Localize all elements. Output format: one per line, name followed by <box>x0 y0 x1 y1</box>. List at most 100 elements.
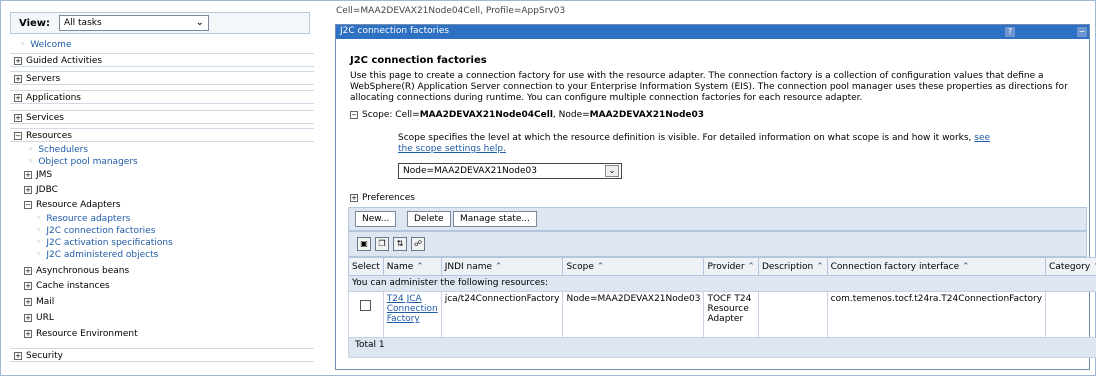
bullet-icon: ◦ <box>20 40 26 50</box>
nav-section-security[interactable]: + Security <box>10 348 314 362</box>
preferences-toggle[interactable]: + Preferences <box>350 193 415 203</box>
nav-group-label: Asynchronous beans <box>36 266 130 276</box>
expand-icon[interactable]: + <box>24 297 32 306</box>
expand-icon[interactable]: + <box>24 329 32 338</box>
scope-desc-text: Scope specifies the level at which the r… <box>398 133 972 143</box>
col-scope[interactable]: Scope ⌃ <box>562 257 705 276</box>
minimize-icon[interactable]: − <box>1077 27 1087 37</box>
col-description[interactable]: Description ⌃ <box>757 257 828 276</box>
bullet-icon: ◦ <box>28 157 34 167</box>
nav-link-resource-adapters[interactable]: ◦ Resource adapters <box>36 214 130 224</box>
expand-icon[interactable]: + <box>350 193 358 202</box>
scope-select-value: Node=MAA2DEVAX21Node03 <box>403 166 537 176</box>
col-category[interactable]: Category ⌃ <box>1045 257 1096 276</box>
nav-section-applications[interactable]: + Applications <box>10 90 314 104</box>
nav-section-label: Applications <box>26 93 81 103</box>
col-select: Select <box>348 257 384 276</box>
chevron-down-icon: ⌄ <box>195 17 204 28</box>
expand-icon[interactable]: + <box>24 185 32 194</box>
expand-icon[interactable]: + <box>24 281 32 290</box>
col-provider[interactable]: Provider ⌃ <box>703 257 759 276</box>
scope-line: − Scope: Cell=MAA2DEVAX21Node04Cell, Node… <box>350 110 704 120</box>
connection-factories-table: Select Name ⌃ JNDI name ⌃ Scope ⌃ Provid… <box>348 257 1096 358</box>
col-name[interactable]: Name ⌃ <box>382 257 442 276</box>
expand-icon[interactable]: + <box>14 351 22 360</box>
scope-mid: , Node= <box>552 110 590 120</box>
nav-link-label: Resource adapters <box>46 214 131 224</box>
collapse-icon[interactable]: − <box>24 200 32 209</box>
nav-section-guided-activities[interactable]: + Guided Activities <box>10 53 314 67</box>
nav-link-label: Object pool managers <box>38 157 138 167</box>
preferences-label: Preferences <box>362 193 415 203</box>
panel-header: J2C connection factories ? − <box>336 25 1089 39</box>
nav-link-object-pool-managers[interactable]: ◦ Object pool managers <box>28 157 138 167</box>
scope-select[interactable]: Node=MAA2DEVAX21Node03 ⌄ <box>398 163 622 179</box>
nav-group-url[interactable]: + URL <box>24 313 54 323</box>
scope-description: Scope specifies the level at which the r… <box>398 133 998 155</box>
expand-icon[interactable]: + <box>24 266 32 275</box>
expand-icon[interactable]: + <box>14 56 22 65</box>
bullet-icon: ◦ <box>36 250 42 260</box>
bullet-icon: ◦ <box>28 145 34 155</box>
nav-link-j2c-activation-specifications[interactable]: ◦ J2C activation specifications <box>36 238 173 248</box>
col-jndi-name[interactable]: JNDI name ⌃ <box>440 257 564 276</box>
nav-section-services[interactable]: + Services <box>10 110 314 124</box>
scope-prefix: Scope: Cell= <box>362 110 420 120</box>
filter-icon[interactable]: ⇅ <box>393 237 407 251</box>
table-row: T24 JCA Connection Factory jca/t24Connec… <box>348 291 1096 338</box>
nav-section-label: Security <box>26 351 63 361</box>
nav-link-j2c-connection-factories[interactable]: ◦ J2C connection factories <box>36 226 155 236</box>
nav-group-mail[interactable]: + Mail <box>24 297 54 307</box>
bullet-icon: ◦ <box>36 238 42 248</box>
nav-group-jms[interactable]: + JMS <box>24 170 52 180</box>
expand-icon[interactable]: + <box>24 313 32 322</box>
navigation-tree: View: All tasks ⌄ ◦ Welcome + Guided Activ… <box>4 4 316 370</box>
provider-cell: TOCF T24 Resource Adapter <box>703 291 759 338</box>
sort-icon: ⌃ <box>962 261 970 272</box>
show-filter-icon[interactable]: ☍ <box>411 237 425 251</box>
nav-section-label: Services <box>26 113 64 123</box>
deselect-all-icon[interactable]: ❐ <box>375 237 389 251</box>
select-all-icon[interactable]: ▣ <box>357 237 371 251</box>
nav-group-cache-instances[interactable]: + Cache instances <box>24 281 110 291</box>
page-title: J2C connection factories <box>350 55 487 66</box>
nav-section-servers[interactable]: + Servers <box>10 71 314 85</box>
collapse-icon[interactable]: − <box>350 110 358 119</box>
expand-icon[interactable]: + <box>24 170 32 179</box>
nav-link-schedulers[interactable]: ◦ Schedulers <box>28 145 88 155</box>
delete-button[interactable]: Delete <box>407 211 451 227</box>
nav-group-resource-adapters[interactable]: − Resource Adapters <box>24 200 121 210</box>
name-cell: T24 JCA Connection Factory <box>382 291 442 338</box>
expand-icon[interactable]: + <box>14 74 22 83</box>
expand-icon[interactable]: + <box>14 113 22 122</box>
bullet-icon: ◦ <box>36 214 42 224</box>
nav-section-label: Servers <box>26 74 61 84</box>
sort-icon: ⌃ <box>596 261 605 272</box>
nav-group-jdbc[interactable]: + JDBC <box>24 185 58 195</box>
collapse-icon[interactable]: − <box>14 131 22 140</box>
scope-node: MAA2DEVAX21Node03 <box>589 110 705 120</box>
new-button[interactable]: New... <box>355 211 397 227</box>
nav-group-asynchronous-beans[interactable]: + Asynchronous beans <box>24 266 129 276</box>
scope-cell: Node=MAA2DEVAX21Node03 <box>562 291 705 338</box>
manage-state-button[interactable]: Manage state... <box>453 211 537 227</box>
admin-text: You can administer the following resourc… <box>348 275 1096 292</box>
nav-section-resources[interactable]: − Resources <box>10 128 314 142</box>
row-checkbox[interactable] <box>360 300 371 311</box>
nav-group-label: Cache instances <box>36 281 110 291</box>
chevron-down-icon: ⌄ <box>605 165 619 177</box>
view-select[interactable]: All tasks ⌄ <box>59 15 209 31</box>
welcome-link[interactable]: ◦ Welcome <box>20 40 71 50</box>
total-row: Total 1 <box>348 337 1096 358</box>
scope-cell: MAA2DEVAX21Node04Cell <box>419 110 553 120</box>
admin-row: You can administer the following resourc… <box>348 275 1096 292</box>
nav-link-j2c-administered-objects[interactable]: ◦ J2C administered objects <box>36 250 158 260</box>
nav-link-label: J2C activation specifications <box>46 238 173 248</box>
factory-name-link[interactable]: T24 JCA Connection Factory <box>387 294 438 324</box>
sort-icon: ⌃ <box>747 261 755 272</box>
button-bar: New... Delete Manage state... <box>348 207 1087 231</box>
nav-group-resource-environment[interactable]: + Resource Environment <box>24 329 138 339</box>
expand-icon[interactable]: + <box>14 93 22 102</box>
col-connection-factory-interface[interactable]: Connection factory interface ⌃ <box>826 257 1047 276</box>
help-icon[interactable]: ? <box>1005 27 1015 37</box>
